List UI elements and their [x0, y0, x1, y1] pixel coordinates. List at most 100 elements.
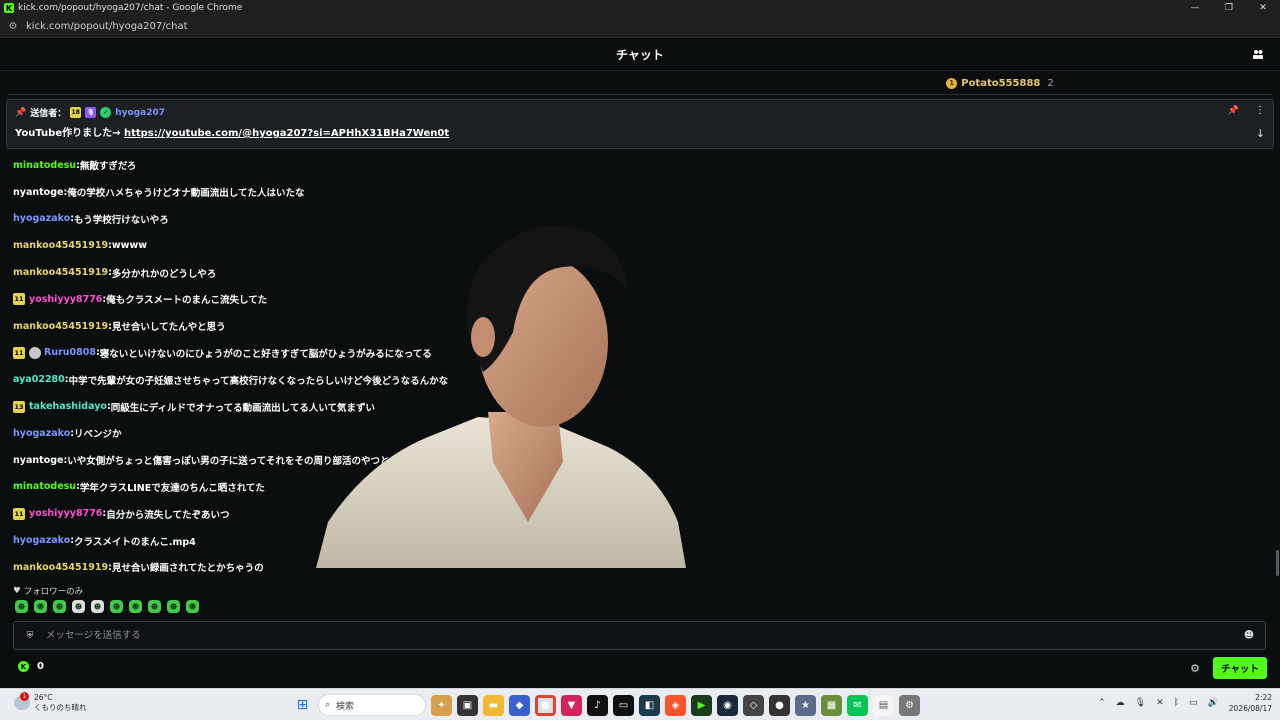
gifter-count: 2 [1047, 77, 1054, 89]
chevron-up-icon[interactable]: ⌃ [1098, 698, 1106, 708]
cloud-icon: 1 [14, 692, 30, 710]
chat-username[interactable]: Ruru0808 [44, 347, 96, 358]
window-title: kick.com/popout/hyoga207/chat - Google C… [18, 3, 243, 13]
close-icon[interactable]: ✕ [1156, 698, 1164, 708]
url-text[interactable]: kick.com/popout/hyoga207/chat [26, 21, 188, 32]
pinned-message: 📌 送信者： 18 🎙 ✓ hyoga207 YouTube作りました→ htt… [6, 99, 1274, 149]
more-options-icon[interactable]: ⋮ [1255, 105, 1265, 116]
pinned-message-link[interactable]: https://youtube.com/@hyoga207?si=APHhX31… [124, 128, 449, 139]
channel-points[interactable]: K 0 [18, 661, 44, 672]
emoji-picker-icon[interactable]: ☻ [1243, 630, 1255, 642]
chat-username[interactable]: hyogazako [13, 428, 70, 439]
chat-username[interactable]: takehashidayo [29, 401, 107, 412]
app-icon[interactable]: ◇ [743, 694, 764, 716]
points-icon: K [18, 661, 29, 672]
display-icon[interactable]: ▭ [1189, 698, 1198, 708]
pinned-message-body: YouTube作りました→ https://youtube.com/@hyoga… [15, 124, 1265, 139]
weather-widget[interactable]: 1 26°C くもりのち晴れ [14, 692, 87, 713]
chat-message: nyantoge: 俺の学校ハメちゃうけどオナ動画流出してた人はいたな [13, 179, 1263, 206]
chat-username[interactable]: hyogazako [13, 213, 70, 224]
notification-badge: 1 [20, 692, 29, 701]
chat-username[interactable]: nyantoge [13, 187, 63, 198]
emote-icon[interactable]: ☻ [167, 600, 180, 613]
cloud-sync-icon[interactable]: ☁ [1116, 698, 1125, 708]
app-icon[interactable]: ▭ [613, 694, 634, 716]
brave-icon[interactable]: ◈ [665, 694, 686, 716]
app-icon[interactable]: ▼ [561, 694, 582, 716]
speaker-icon[interactable]: 🔊 [1208, 698, 1219, 708]
address-bar[interactable]: ⚙ kick.com/popout/hyoga207/chat [0, 16, 1280, 38]
chat-username[interactable]: mankoo45451919 [13, 267, 108, 278]
minimize-button[interactable]: — [1178, 0, 1212, 16]
subscriber-badge: 11 [13, 293, 25, 306]
app-icon[interactable]: ● [769, 694, 790, 716]
bluetooth-icon[interactable]: ᛒ [1174, 698, 1179, 708]
clock[interactable]: 2:22 2026/08/17 [1229, 692, 1272, 714]
gear-icon[interactable]: ⚙ [1189, 662, 1201, 675]
chat-message-text: 俺の学校ハメちゃうけどオナ動画流出してた人はいたな [67, 188, 305, 200]
chat-message-text: 見せ合いしてたんやと思う [111, 322, 226, 334]
emote-icon[interactable]: ☻ [15, 600, 28, 613]
emote-icon[interactable]: ☻ [53, 600, 66, 613]
chat-username[interactable]: yoshiyyy8776 [29, 294, 102, 305]
taskbar-search[interactable]: ⌕ 検索 [318, 694, 426, 716]
emote-icon[interactable]: ☻ [110, 600, 123, 613]
app-icon[interactable]: ▤ [873, 694, 894, 716]
steam-icon[interactable]: ◉ [717, 694, 738, 716]
chat-username[interactable]: aya02280 [13, 374, 65, 385]
clock-date: 2026/08/17 [1228, 704, 1272, 713]
emote-icon[interactable]: ☻ [34, 600, 47, 613]
chat-username[interactable]: mankoo45451919 [13, 240, 108, 251]
app-icon[interactable]: ◧ [639, 694, 660, 716]
chrome-icon[interactable]: ● [535, 694, 556, 716]
line-icon[interactable]: ✉ [847, 694, 868, 716]
chat-input-container: ⛨ ☻ [13, 621, 1266, 650]
task-view-icon[interactable]: ▣ [457, 694, 478, 716]
chat-message-text: 学年クラスLINEで友達のちんこ晒されてた [79, 482, 265, 494]
chat-message-text: 見せ合い録画されてたとかちゃうの [111, 563, 264, 575]
app-icon[interactable]: ▶ [691, 694, 712, 716]
mic-badge-icon: 🎙 [85, 107, 97, 118]
emote-icon[interactable]: ☻ [186, 600, 199, 613]
chat-username[interactable]: yoshiyyy8776 [29, 508, 102, 519]
pinned-message-text: YouTube作りました→ [15, 128, 124, 139]
settings-app-icon[interactable]: ⚙ [899, 694, 920, 716]
minecraft-icon[interactable]: ▦ [821, 694, 842, 716]
tiktok-icon[interactable]: ♪ [587, 694, 608, 716]
windows-start-icon[interactable]: ⊞ [292, 695, 313, 716]
weather-desc: くもりのち晴れ [34, 703, 87, 712]
quick-emote-row: ☻ ☻ ☻ ☻ ☻ ☻ ☻ ☻ ☻ ☻ [15, 600, 199, 613]
chat-username[interactable]: mankoo45451919 [13, 321, 108, 332]
pinned-author[interactable]: hyoga207 [115, 108, 165, 118]
expand-icon[interactable]: ↓ [1256, 127, 1265, 140]
users-icon[interactable] [1252, 48, 1266, 62]
chat-username[interactable]: nyantoge [13, 455, 63, 466]
chat-username[interactable]: mankoo45451919 [13, 562, 108, 573]
divider [8, 94, 1272, 95]
followers-only-indicator: ♥ フォロワーのみ [13, 585, 83, 597]
chat-message: minatodesu: 無敵すぎだろ [13, 152, 1263, 179]
emote-icon[interactable]: ☻ [91, 600, 104, 613]
chat-username[interactable]: minatodesu [13, 481, 76, 492]
restore-button[interactable]: ❐ [1212, 0, 1246, 16]
subscriber-badge: 13 [13, 400, 25, 413]
chat-message-text: もう学校行けないやろ [74, 214, 169, 226]
emote-icon[interactable]: ☻ [129, 600, 142, 613]
chat-username[interactable]: hyogazako [13, 535, 70, 546]
chat-message-text: 無敵すぎだろ [79, 161, 137, 173]
emote-icon[interactable]: ☻ [72, 600, 85, 613]
site-info-icon[interactable]: ⚙ [6, 20, 20, 34]
app-icon[interactable]: ◆ [509, 694, 530, 716]
close-window-button[interactable]: ✕ [1246, 0, 1280, 16]
gifter-name[interactable]: Potato555888 [961, 78, 1040, 89]
pin-small-icon: 📌 [15, 107, 27, 118]
emote-icon[interactable]: ☻ [148, 600, 161, 613]
chat-username[interactable]: minatodesu [13, 160, 76, 171]
unpin-icon[interactable]: 📌 [1228, 106, 1239, 116]
microphone-icon[interactable]: 🎙 [1135, 698, 1146, 708]
app-icon[interactable]: ★ [795, 694, 816, 716]
scrollbar-thumb[interactable] [1276, 550, 1279, 576]
chat-input[interactable] [46, 630, 1243, 641]
file-explorer-icon[interactable]: ▬ [483, 694, 504, 716]
send-chat-button[interactable]: チャット [1213, 657, 1267, 679]
